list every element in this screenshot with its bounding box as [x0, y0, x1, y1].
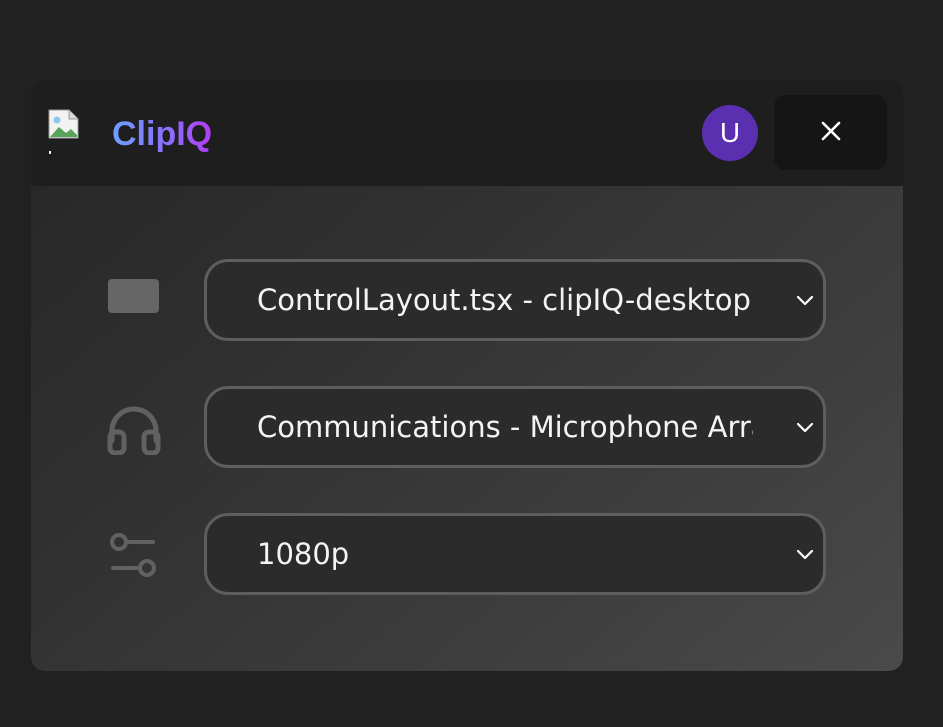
- chevron-down-icon: [795, 290, 815, 310]
- chevron-down-icon: [795, 417, 815, 437]
- sliders-icon: [107, 528, 161, 582]
- close-button[interactable]: [774, 95, 887, 170]
- screen-icon: [107, 269, 161, 323]
- recorder-panel: ClipIQ U ControlLayout.tsx - clipIQ-desk…: [31, 80, 903, 671]
- close-icon: [820, 120, 842, 146]
- user-avatar[interactable]: U: [702, 105, 758, 161]
- source-select[interactable]: ControlLayout.tsx - clipIQ-desktop - Vis…: [204, 259, 826, 341]
- title-bar: ClipIQ U: [31, 80, 903, 186]
- microphone-select-value: Communications - Microphone Array: [257, 410, 753, 444]
- source-select-value: ControlLayout.tsx - clipIQ-desktop - Vis…: [257, 283, 753, 317]
- quality-select-value: 1080p: [257, 537, 350, 571]
- headphones-icon: [107, 401, 161, 455]
- broken-image-icon: [47, 108, 81, 156]
- quality-select[interactable]: 1080p: [204, 513, 826, 595]
- app-title: ClipIQ: [112, 112, 212, 156]
- chevron-down-icon: [795, 544, 815, 564]
- microphone-select[interactable]: Communications - Microphone Array: [204, 386, 826, 468]
